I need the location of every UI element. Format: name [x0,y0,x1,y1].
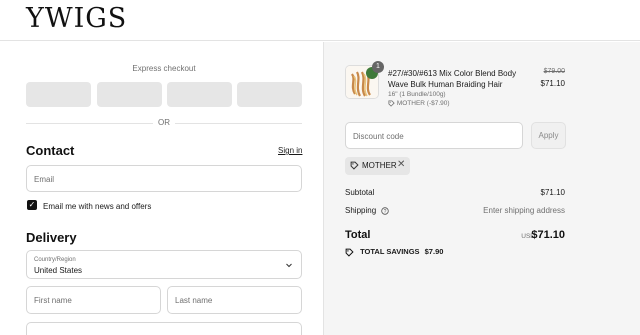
express-pay-button-4[interactable] [237,82,302,107]
order-summary-panel: 1 #27/#30/#613 Mix Color Blend Body Wave… [323,42,640,335]
news-checkbox-label: Email me with news and offers [43,202,152,211]
first-name-placeholder: First name [34,296,72,305]
country-select[interactable]: Country/Region United States [26,250,302,279]
svg-text:?: ? [384,209,387,215]
product-discount: MOTHER (-$7.90) [388,100,450,107]
country-value: United States [34,266,83,275]
email-field[interactable]: Email [26,165,302,192]
news-checkbox[interactable]: ✓ [27,200,37,210]
subtotal-value: $71.10 [540,188,565,197]
apply-button[interactable]: Apply [531,122,566,149]
shipping-label: Shipping ? [345,206,390,215]
email-placeholder: Email [34,175,55,184]
total-label: Total [345,229,371,241]
checkout-form-panel: Express checkout OR Contact Sign in Emai… [0,42,323,335]
brand-logo[interactable]: YWIGS [26,4,127,34]
delivery-heading: Delivery [26,230,77,245]
or-separator: OR [153,118,175,127]
product-variant: 16" (1 Bundle/100g) [388,91,446,98]
contact-heading: Contact [26,143,75,158]
address-field[interactable] [26,322,302,335]
discount-code-field[interactable]: Discount code [345,122,523,149]
info-icon[interactable]: ? [381,207,390,215]
total-value: $71.10 [531,229,565,241]
total-savings: TOTAL SAVINGS $7.90 [345,247,443,257]
last-name-field[interactable]: Last name [167,286,302,314]
first-name-field[interactable]: First name [26,286,161,314]
shipping-label-text: Shipping [345,206,377,215]
discount-code-placeholder: Discount code [353,132,404,141]
applied-discount-code: MOTHER [362,161,397,170]
chevron-down-icon [286,263,292,268]
express-pay-button-2[interactable] [97,82,162,107]
subtotal-label: Subtotal [345,188,375,197]
tag-icon [345,248,354,257]
express-pay-button-1[interactable] [26,82,91,107]
current-price: $71.10 [540,79,565,88]
quantity-badge: 1 [372,61,384,73]
sign-in-link[interactable]: Sign in [278,146,302,155]
applied-discount-chip: MOTHER ✕ [345,157,410,175]
tag-icon [388,100,395,107]
express-checkout-title: Express checkout [132,64,196,73]
original-price: $79.00 [543,68,565,75]
product-title: #27/#30/#613 Mix Color Blend Body Wave B… [388,69,517,89]
product-discount-text: MOTHER (-$7.90) [396,100,450,108]
express-pay-button-3[interactable] [167,82,232,107]
shipping-value: Enter shipping address [483,206,565,215]
country-label: Country/Region [34,257,76,263]
last-name-placeholder: Last name [175,296,213,305]
tag-icon [350,161,359,170]
savings-label: TOTAL SAVINGS [360,247,420,256]
savings-value: $7.90 [424,247,444,256]
site-header: YWIGS [0,0,640,41]
remove-discount-icon[interactable]: ✕ [397,159,405,170]
